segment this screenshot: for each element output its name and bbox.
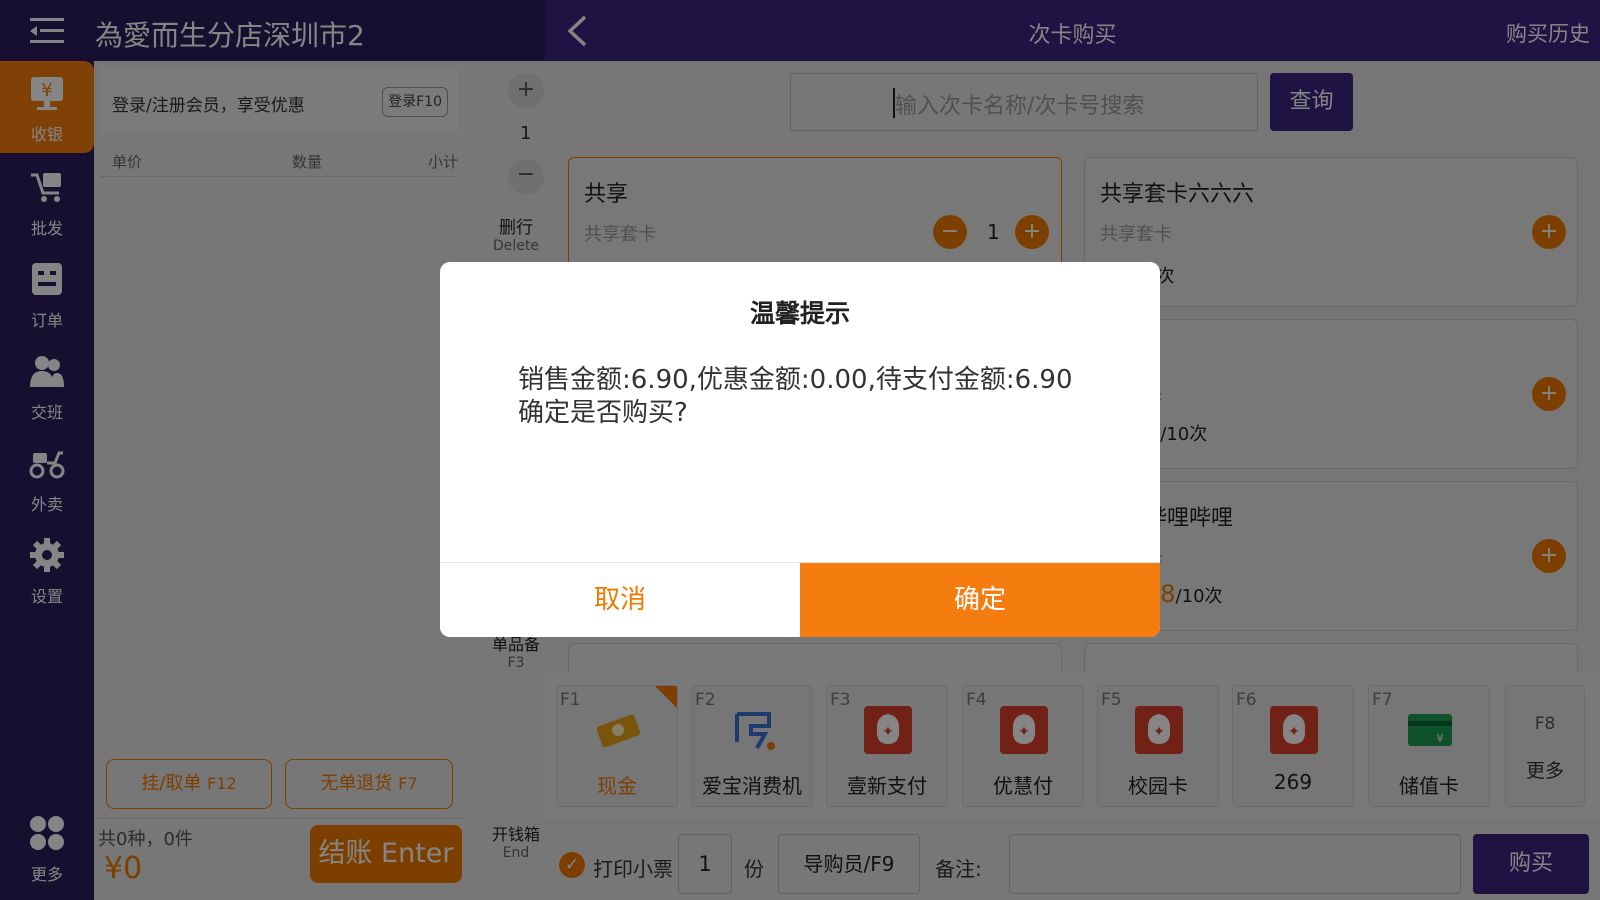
confirm-label: 确定	[953, 585, 1006, 615]
dialog-amount-line: 销售金额:6.90,优惠金额:0.00,待支付金额:6.90	[518, 365, 1073, 395]
dialog-question-line: 确定是否购买?	[518, 398, 688, 428]
dialog-confirm-button[interactable]: 确定	[800, 563, 1160, 637]
app-window: 為愛而生分店深圳市2 次卡购买 购买历史 ¥ 收银 批发 订单 交班 外卖 设置…	[0, 0, 1600, 900]
dialog-title: 温馨提示	[749, 299, 850, 328]
confirm-dialog: 温馨提示 销售金额:6.90,优惠金额:0.00,待支付金额:6.90 确定是否…	[440, 262, 1160, 637]
dialog-cancel-button[interactable]: 取消	[440, 563, 800, 637]
dialog-message: 销售金额:6.90,优惠金额:0.00,待支付金额:6.90 确定是否购买?	[518, 364, 1072, 430]
cancel-label: 取消	[593, 585, 646, 615]
